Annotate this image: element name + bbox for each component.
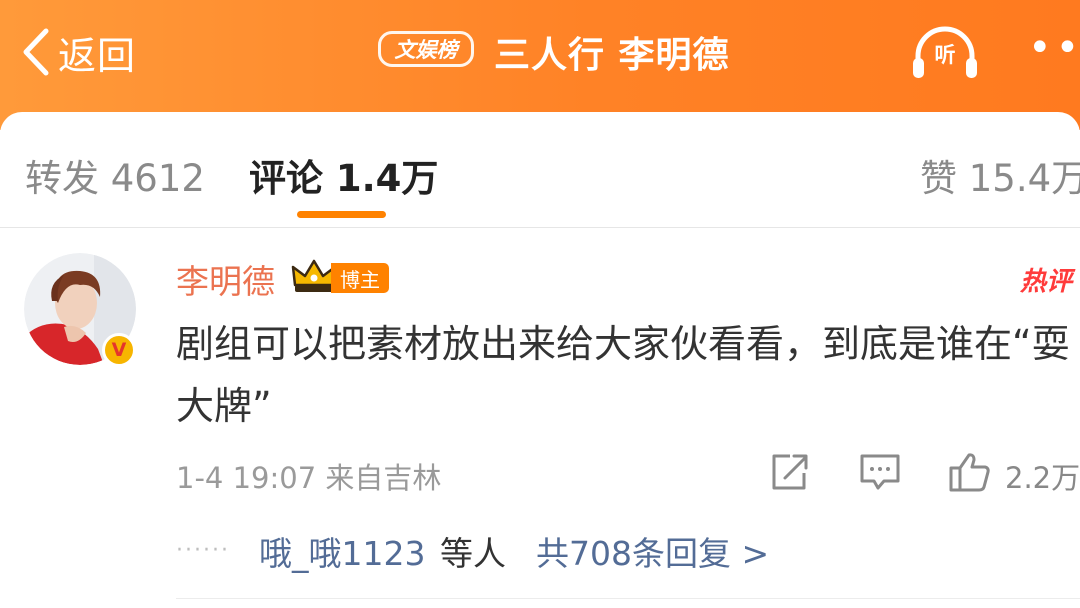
like-button[interactable] <box>948 451 992 493</box>
back-label: 返回 <box>58 33 137 78</box>
comment-username[interactable]: 李明德 <box>176 255 275 303</box>
tab-comments[interactable]: 评论 1.4万 <box>249 148 438 202</box>
verified-badge: V <box>102 333 136 367</box>
share-icon <box>772 454 808 490</box>
back-button[interactable]: 返回 <box>18 22 136 82</box>
comment-divider <box>176 598 1080 599</box>
comment-icon <box>860 454 900 490</box>
tab-divider <box>0 227 1080 228</box>
reply-dots: ······ <box>176 538 230 563</box>
comment-timestamp: 1-4 19:07 来自吉林 <box>176 461 442 495</box>
page-title: 三人行 李明德 <box>494 35 730 76</box>
tab-likes[interactable]: 赞 15.4万 <box>920 148 1080 202</box>
reply-user-link[interactable]: 哦_哦1123 <box>259 527 425 575</box>
listen-button[interactable]: 听 <box>910 22 980 84</box>
listen-label: 听 <box>934 43 956 67</box>
host-badge: 博主 <box>331 263 389 293</box>
like-icon <box>949 453 990 492</box>
chevron-left-icon <box>23 28 49 76</box>
more-options-button[interactable]: ••• <box>1028 28 1080 68</box>
share-button[interactable] <box>768 451 812 493</box>
hot-comment-label: 热评 <box>1020 267 1073 297</box>
comment-text: 剧组可以把素材放出来给大家伙看看，到底是谁在“耍大牌” <box>176 322 1070 428</box>
verified-badge-label: V <box>111 338 127 361</box>
tab-reposts[interactable]: 转发 4612 <box>25 148 205 202</box>
comment-button[interactable] <box>858 451 902 493</box>
view-replies-link[interactable]: 共708条回复 > <box>536 527 769 575</box>
active-tab-indicator <box>297 211 386 218</box>
top-bar: 返回 文娱榜 三人行 李明德 听 ••• <box>0 0 1080 130</box>
like-count: 2.2万 <box>1005 461 1080 495</box>
category-tag[interactable]: 文娱榜 <box>378 31 474 67</box>
reply-users-suffix: 等人 <box>440 534 506 573</box>
